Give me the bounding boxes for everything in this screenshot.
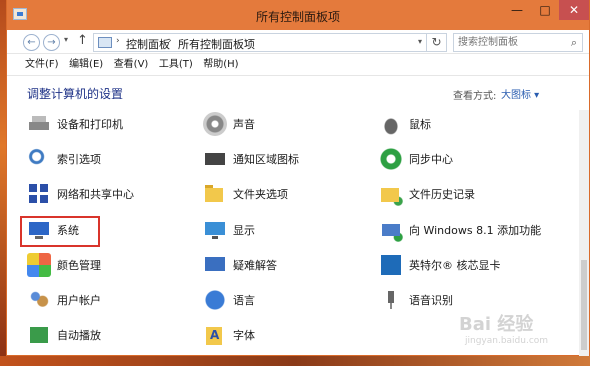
sound-icon — [203, 112, 227, 136]
refresh-button[interactable]: ↻ — [427, 33, 447, 52]
address-dropdown-icon[interactable]: ▾ — [418, 37, 422, 46]
close-button[interactable]: ✕ — [559, 0, 589, 20]
item-mouse[interactable]: 鼠标 — [379, 110, 431, 138]
breadcrumb-control-panel[interactable]: 控制面板 — [126, 36, 170, 52]
item-label: 疑难解答 — [233, 259, 277, 272]
item-autoplay[interactable]: 自动播放 — [27, 321, 101, 349]
user-accounts-icon — [27, 288, 51, 312]
up-button[interactable]: ↑ — [77, 33, 88, 48]
forward-button[interactable]: → — [43, 34, 60, 51]
address-bar[interactable]: › 控制面板 › 所有控制面板项 › ▾ — [93, 33, 427, 52]
item-label: 显示 — [233, 224, 255, 237]
vertical-scrollbar[interactable] — [579, 110, 589, 356]
item-speech-recognition[interactable]: 语音识别 — [379, 286, 453, 314]
item-sound[interactable]: 声音 — [203, 110, 255, 138]
network-icon — [27, 182, 51, 206]
scroll-thumb[interactable] — [581, 260, 587, 350]
item-sync-center[interactable]: 同步中心 — [379, 145, 453, 173]
item-label: 索引选项 — [57, 153, 101, 166]
sync-icon — [379, 147, 403, 171]
index-icon — [27, 147, 51, 171]
item-user-accounts[interactable]: 用户帐户 — [27, 286, 101, 314]
item-intel-graphics[interactable]: 英特尔® 核芯显卡 — [379, 251, 501, 279]
intel-graphics-icon — [379, 253, 403, 277]
menu-view[interactable]: 查看(V) — [114, 54, 149, 75]
navigation-bar: ← → ▾ ↑ › 控制面板 › 所有控制面板项 › ▾ ↻ ⌕ — [7, 30, 589, 54]
menu-file[interactable]: 文件(F) — [25, 54, 59, 75]
page-title: 调整计算机的设置 — [27, 87, 124, 101]
item-file-history[interactable]: 文件历史记录 — [379, 180, 475, 208]
menu-edit[interactable]: 编辑(E) — [69, 54, 103, 75]
item-label: 语言 — [233, 294, 255, 307]
item-label: 英特尔® 核芯显卡 — [409, 259, 501, 272]
item-indexing-options[interactable]: 索引选项 — [27, 145, 101, 173]
breadcrumb-separator-icon[interactable]: › — [116, 36, 120, 46]
item-troubleshooting[interactable]: 疑难解答 — [203, 251, 277, 279]
breadcrumb-separator-icon[interactable]: › — [168, 36, 172, 46]
search-box[interactable]: ⌕ — [453, 33, 583, 52]
item-label: 声音 — [233, 118, 255, 131]
control-panel-icon — [98, 37, 112, 48]
menu-bar: 文件(F) 编辑(E) 查看(V) 工具(T) 帮助(H) — [7, 54, 589, 76]
highlight-box — [20, 216, 100, 247]
item-label: 字体 — [233, 329, 255, 342]
autoplay-icon — [27, 323, 51, 347]
desktop-strip — [0, 356, 590, 366]
search-input[interactable] — [454, 34, 564, 51]
breadcrumb-separator-icon[interactable]: › — [244, 36, 248, 46]
item-devices-and-printers[interactable]: 设备和打印机 — [27, 110, 123, 138]
control-panel-window: 所有控制面板项 — □ ✕ ← → ▾ ↑ › 控制面板 › 所有控制面板项 ›… — [6, 0, 590, 356]
back-button[interactable]: ← — [23, 34, 40, 51]
item-label: 设备和打印机 — [57, 118, 123, 131]
add-features-icon — [379, 218, 403, 242]
item-add-features[interactable]: 向 Windows 8.1 添加功能 — [379, 216, 541, 244]
window-title: 所有控制面板项 — [255, 10, 340, 24]
printer-icon — [27, 112, 51, 136]
item-label: 用户帐户 — [57, 294, 101, 307]
recent-locations-dropdown[interactable]: ▾ — [64, 35, 68, 44]
item-label: 自动播放 — [57, 329, 101, 342]
folder-icon — [203, 182, 227, 206]
content-header: 调整计算机的设置 查看方式: 大图标 ▾ — [7, 76, 589, 110]
item-label: 颜色管理 — [57, 259, 101, 272]
color-management-icon — [27, 253, 51, 277]
item-color-management[interactable]: 颜色管理 — [27, 251, 101, 279]
view-by-label: 查看方式: — [453, 91, 497, 102]
mouse-icon — [379, 112, 403, 136]
item-folder-options[interactable]: 文件夹选项 — [203, 180, 288, 208]
file-history-icon — [379, 182, 403, 206]
item-network-sharing-center[interactable]: 网络和共享中心 — [27, 180, 134, 208]
language-icon — [203, 288, 227, 312]
item-display[interactable]: 显示 — [203, 216, 255, 244]
display-icon — [203, 218, 227, 242]
search-icon[interactable]: ⌕ — [571, 36, 577, 50]
item-language[interactable]: 语言 — [203, 286, 255, 314]
watermark-logo: Bai 经验 — [459, 314, 534, 335]
view-by-dropdown[interactable]: 大图标 ▾ — [501, 86, 539, 101]
item-label: 同步中心 — [409, 153, 453, 166]
item-label: 文件历史记录 — [409, 188, 475, 201]
troubleshooting-icon — [203, 253, 227, 277]
item-notification-area-icons[interactable]: 通知区域图标 — [203, 145, 299, 173]
item-label: 向 Windows 8.1 添加功能 — [409, 224, 542, 237]
fonts-icon — [203, 323, 227, 347]
item-label: 通知区域图标 — [233, 153, 299, 166]
watermark-url: jingyan.baidu.com — [465, 336, 549, 346]
item-label: 语音识别 — [409, 294, 453, 307]
item-label: 鼠标 — [409, 118, 431, 131]
minimize-button[interactable]: — — [503, 0, 531, 20]
item-label: 文件夹选项 — [233, 188, 288, 201]
item-label: 网络和共享中心 — [57, 188, 134, 201]
menu-help[interactable]: 帮助(H) — [203, 54, 238, 75]
menu-tools[interactable]: 工具(T) — [159, 54, 193, 75]
title-bar[interactable]: 所有控制面板项 — □ ✕ — [7, 0, 589, 30]
item-fonts[interactable]: 字体 — [203, 321, 255, 349]
maximize-button[interactable]: □ — [531, 0, 559, 20]
speech-recognition-icon — [379, 288, 403, 312]
notification-icon — [203, 147, 227, 171]
